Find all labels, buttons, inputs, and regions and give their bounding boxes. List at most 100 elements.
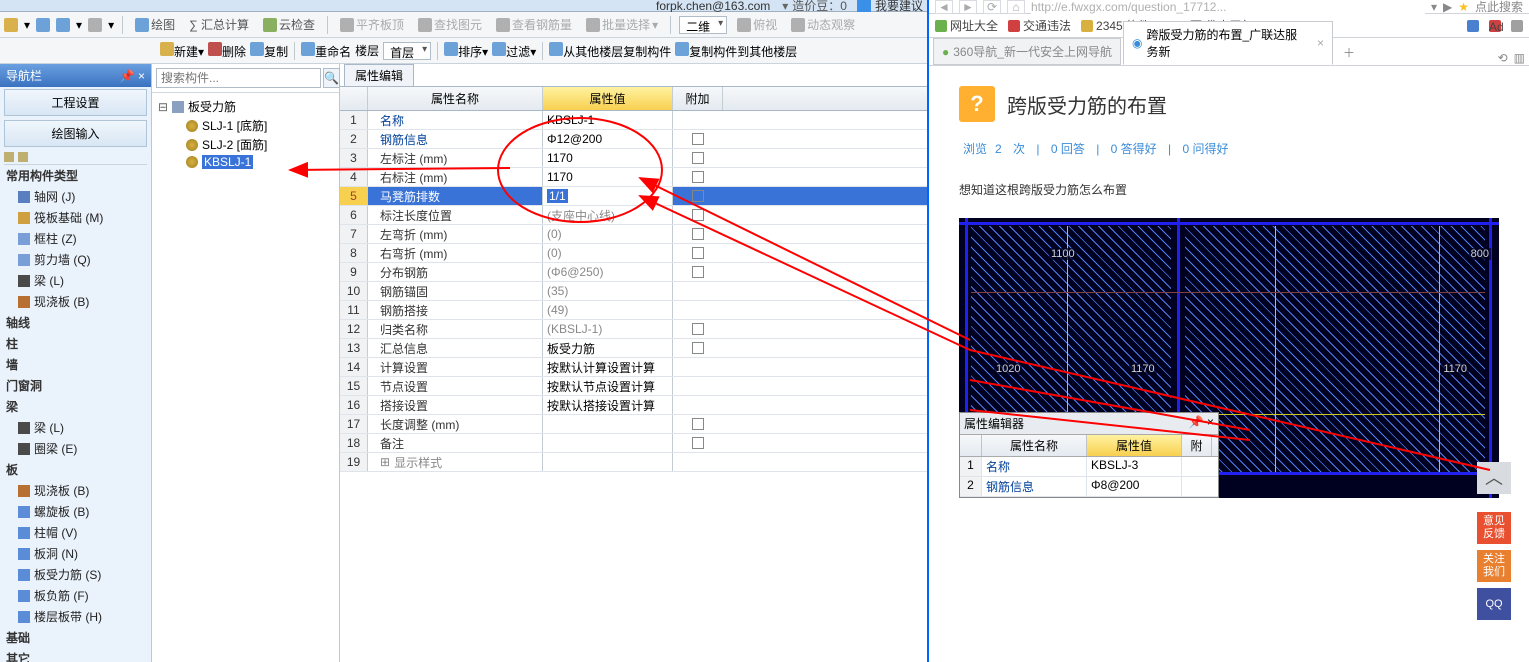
good-count[interactable]: 0 答得好 [1111,142,1157,156]
nav-item[interactable]: 轴网 (J) [0,186,151,207]
table-row[interactable]: 16搭接设置按默认搭接设置计算 [340,396,927,415]
nav-group-other[interactable]: 其它 [0,648,151,662]
table-row[interactable]: 7左弯折 (mm)(0) [340,225,927,244]
sidebar-icon[interactable]: ▥ [1514,51,1525,65]
table-row[interactable]: 1名称KBSLJ-1 [340,111,927,130]
home-icon[interactable]: ⌂ [1007,0,1025,14]
nav-proj-settings[interactable]: 工程设置 [4,89,147,116]
table-row[interactable]: 5马凳筋排数1/1 [340,187,927,206]
nav-item[interactable]: 板负筋 (F) [0,585,151,606]
chevron-down-icon[interactable]: ▾ [782,0,788,13]
browser-tab[interactable]: ● 360导航_新一代安全上网导航 [933,38,1121,65]
table-row[interactable]: 15节点设置按默认节点设置计算 [340,377,927,396]
pin-icon[interactable]: 📌 × [120,69,145,83]
nav-draw-input[interactable]: 绘图输入 [4,120,147,147]
nav-group-wall[interactable]: 墙 [0,354,151,375]
nav-item[interactable]: 筏板基础 (M) [0,207,151,228]
nav-item[interactable]: 现浇板 (B) [0,480,151,501]
open-icon[interactable] [4,18,18,32]
search-icon[interactable]: 🔍 [323,68,340,88]
qq-button[interactable]: QQ [1477,588,1511,620]
restore-icon[interactable]: ⟲ [1498,51,1508,65]
dropdown-icon[interactable]: ▾ [1431,0,1437,14]
nav-group-beam[interactable]: 梁 [0,396,151,417]
nav-item[interactable]: 板洞 (N) [0,543,151,564]
table-row[interactable]: 9分布钢筋(Φ6@250) [340,263,927,282]
ext-icon[interactable] [1511,20,1523,32]
table-row[interactable]: 12归类名称(KBSLJ-1) [340,320,927,339]
table-row[interactable]: 3左标注 (mm)1170 [340,149,927,168]
nav-group-opening[interactable]: 门窗洞 [0,375,151,396]
star-icon[interactable]: ★ [1458,0,1469,14]
tree-item[interactable]: SLJ-2 [面筋] [158,135,333,154]
close-icon[interactable]: × [1317,36,1324,50]
new-button[interactable]: 新建▾ [160,42,204,60]
sum-button[interactable]: ∑ 汇总计算 [185,14,253,35]
save-icon[interactable] [36,18,50,32]
follow-button[interactable]: 关注 我们 [1477,550,1511,582]
nav-item[interactable]: 梁 (L) [0,417,151,438]
table-row[interactable]: 17长度调整 (mm) [340,415,927,434]
undo-icon[interactable] [56,18,70,32]
nav-item[interactable]: 楼层板带 (H) [0,606,151,627]
reload-icon[interactable]: ⟳ [983,0,1001,14]
floor-select[interactable]: 首层 [383,42,431,60]
bell-icon[interactable] [857,0,871,13]
pin-close-icon[interactable]: 📌 × [1189,415,1214,432]
bookmark-item[interactable]: 网址大全 [935,17,998,34]
table-row[interactable]: 19显示样式 [340,453,927,472]
tree-root[interactable]: ⊟板受力筋 [158,97,333,116]
table-row[interactable]: 8右弯折 (mm)(0) [340,244,927,263]
back-icon[interactable]: ◄ [935,0,953,14]
answer-count[interactable]: 0 回答 [1051,142,1085,156]
nav-group-axis[interactable]: 轴线 [0,312,151,333]
table-row[interactable]: 11钢筋搭接(49) [340,301,927,320]
prop-tab[interactable]: 属性编辑 [344,64,414,86]
rename-button[interactable]: 重命名 [301,42,351,60]
nav-item[interactable]: 板受力筋 (S) [0,564,151,585]
tree-item-selected[interactable]: KBSLJ-1 [158,154,333,170]
browser-tab-active[interactable]: ◉ 跨版受力筋的布置_广联达服务新 × [1123,21,1333,65]
nav-item[interactable]: 框柱 (Z) [0,228,151,249]
filter-button[interactable]: 过滤▾ [492,42,536,60]
nav-item[interactable]: 现浇板 (B) [0,291,151,312]
table-row[interactable]: 2钢筋信息Φ12@200 [340,130,927,149]
dropdown-icon[interactable]: ▾ [24,18,30,32]
table-row[interactable]: 6标注长度位置(支座中心线) [340,206,927,225]
floor-button[interactable]: 楼层 [355,42,379,59]
ext-icon[interactable] [1467,20,1479,32]
nav-item[interactable]: 螺旋板 (B) [0,501,151,522]
scroll-top-button[interactable]: ︿ [1477,462,1511,494]
copy-to-button[interactable]: 复制构件到其他楼层 [675,42,797,60]
table-row[interactable]: 14计算设置按默认计算设置计算 [340,358,927,377]
fwd-icon[interactable]: ► [959,0,977,14]
cloud-check-button[interactable]: 云检查 [259,14,319,35]
nav-item[interactable]: 剪力墙 (Q) [0,249,151,270]
sort-button[interactable]: 排序▾ [444,42,488,60]
table-row[interactable]: 10钢筋锚固(35) [340,282,927,301]
nav-group-foundation[interactable]: 基础 [0,627,151,648]
bookmark-item[interactable]: 交通违法 [1008,17,1071,34]
go-icon[interactable]: ▶ [1443,0,1452,14]
tree-item[interactable]: SLJ-1 [底筋] [158,116,333,135]
redo-icon[interactable] [88,18,102,32]
q-good-count[interactable]: 0 问得好 [1182,142,1228,156]
view-2d-select[interactable]: 二维 [679,16,727,34]
nav-group-column[interactable]: 柱 [0,333,151,354]
table-row[interactable]: 4右标注 (mm)1170 [340,168,927,187]
copy-button[interactable]: 复制 [250,42,288,60]
table-row[interactable]: 13汇总信息板受力筋 [340,339,927,358]
ext-icon[interactable]: Ad [1489,20,1501,32]
delete-button[interactable]: 删除 [208,42,246,60]
nav-item[interactable]: 梁 (L) [0,270,151,291]
copy-from-button[interactable]: 从其他楼层复制构件 [549,42,671,60]
search-input[interactable] [156,68,321,88]
nav-group-slab[interactable]: 板 [0,459,151,480]
nav-item[interactable]: 圈梁 (E) [0,438,151,459]
table-row[interactable]: 18备注 [340,434,927,453]
draw-button[interactable]: 绘图 [131,14,179,35]
feedback-button[interactable]: 意见 反馈 [1477,512,1511,544]
nav-group-common[interactable]: 常用构件类型 [0,165,151,186]
nav-item[interactable]: 柱帽 (V) [0,522,151,543]
new-tab-button[interactable]: ＋ [1335,40,1363,65]
